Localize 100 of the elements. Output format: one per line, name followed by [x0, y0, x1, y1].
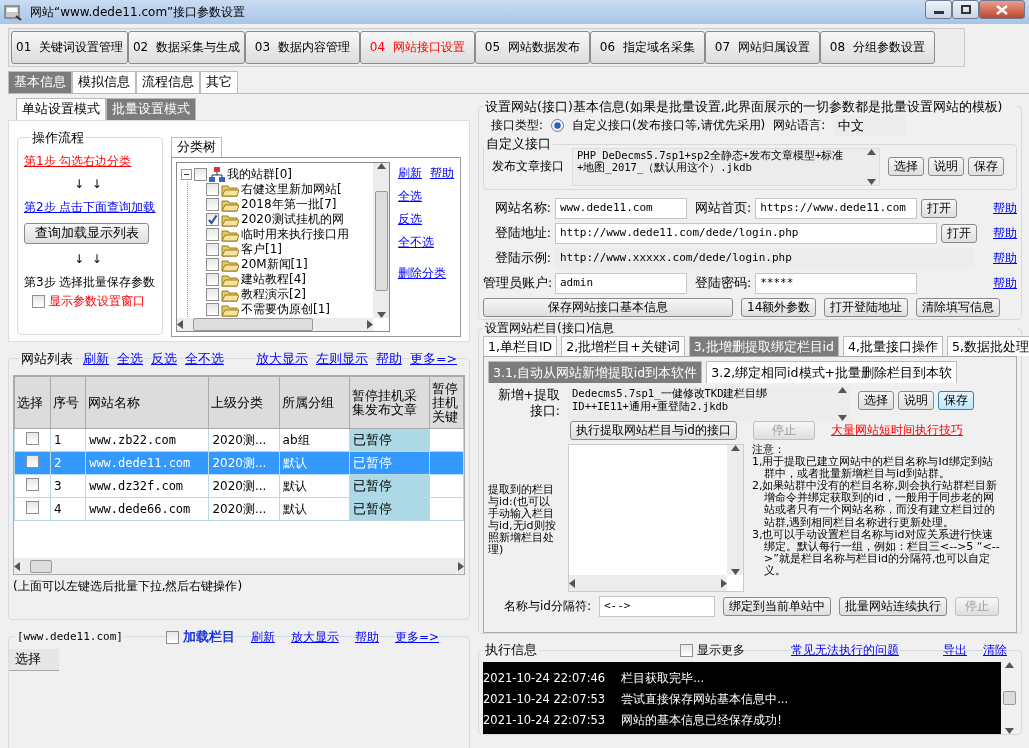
- select-none-link[interactable]: 全不选: [398, 235, 456, 250]
- scroll-up-icon[interactable]: [837, 387, 847, 393]
- interface-field[interactable]: PHP_DeDecms5.7sp1+sp2全静态+发布文章模型+标准+地图_2017_（默认用这个）.jkdb: [572, 147, 880, 186]
- checkbox[interactable]: [206, 273, 219, 286]
- tab[interactable]: 单站设置模式: [16, 98, 106, 120]
- tab[interactable]: 基本信息: [8, 71, 72, 93]
- tree-item-label[interactable]: 临时用来执行接口用: [241, 227, 349, 242]
- help-link[interactable]: 帮助: [430, 166, 454, 181]
- enlarge-link[interactable]: 放大显示: [256, 351, 308, 367]
- checkbox[interactable]: [206, 303, 219, 316]
- tree-item-label[interactable]: 不需要伪原创[1]: [241, 302, 330, 317]
- clear-button[interactable]: 清除填写信息: [916, 297, 1001, 317]
- tab[interactable]: 3.2,绑定相同id模式+批量删除栏目到本软: [706, 361, 957, 383]
- description-button[interactable]: 说明: [898, 391, 934, 410]
- load-list-button[interactable]: 查询加载显示列表: [24, 223, 149, 244]
- scroll-left-icon[interactable]: [14, 561, 20, 571]
- tab[interactable]: 模拟信息: [72, 71, 136, 93]
- open-button[interactable]: 打开: [921, 198, 958, 218]
- scrollbar-thumb[interactable]: [374, 190, 388, 291]
- radio-button[interactable]: [551, 118, 565, 132]
- minimize-button[interactable]: [925, 0, 952, 19]
- checkbox[interactable]: [206, 213, 219, 226]
- checkbox[interactable]: [26, 431, 40, 445]
- scroll-left-icon[interactable]: [177, 320, 183, 329]
- refresh-link[interactable]: 刷新: [398, 166, 422, 181]
- column-header[interactable]: 暂停挂机关键: [429, 376, 464, 429]
- select-button[interactable]: 选择: [858, 391, 894, 410]
- tab[interactable]: 流程信息: [136, 71, 200, 93]
- more-link[interactable]: 更多=>: [394, 629, 439, 645]
- left-display-link[interactable]: 左则显示: [316, 351, 368, 367]
- checkbox[interactable]: [206, 183, 219, 196]
- save-button[interactable]: 保存: [968, 157, 1004, 177]
- tab[interactable]: 批量设置模式: [106, 98, 196, 120]
- scrollbar-thumb[interactable]: [1002, 691, 1016, 706]
- help-link[interactable]: 帮助: [993, 250, 1017, 266]
- select-all-link[interactable]: 全选: [398, 189, 456, 204]
- open-login-button[interactable]: 打开登陆地址: [824, 297, 909, 317]
- checkbox[interactable]: [165, 630, 179, 644]
- faq-link[interactable]: 常见无法执行的问题: [791, 642, 899, 658]
- input-field[interactable]: admin: [555, 272, 687, 294]
- scroll-down-icon[interactable]: [837, 415, 847, 421]
- scroll-down-icon[interactable]: [730, 569, 740, 575]
- scroll-right-icon[interactable]: [367, 320, 373, 329]
- checkbox[interactable]: [206, 258, 219, 271]
- tab[interactable]: 2,批增栏目+关键词: [561, 336, 685, 356]
- invert-selection-link[interactable]: 反选: [398, 212, 456, 227]
- help-link[interactable]: 帮助: [993, 225, 1017, 241]
- checkbox[interactable]: [26, 500, 40, 514]
- column-header[interactable]: 序号: [50, 376, 86, 429]
- select-none-link[interactable]: 全不选: [185, 351, 224, 367]
- tab[interactable]: 06 指定域名采集: [589, 31, 705, 64]
- tab[interactable]: 4,批量接口操作: [843, 336, 943, 356]
- checkbox[interactable]: [206, 243, 219, 256]
- column-header[interactable]: 选择: [9, 649, 59, 671]
- scroll-right-icon[interactable]: [458, 561, 464, 571]
- tree-item-label[interactable]: 2018年第一批[7]: [241, 197, 337, 212]
- scroll-down-icon[interactable]: [1004, 728, 1014, 735]
- checkbox[interactable]: [680, 643, 693, 657]
- tab[interactable]: 05 网站数据发布: [474, 31, 590, 64]
- tree-item-label[interactable]: 建站教程[4]: [241, 272, 306, 287]
- interface-field[interactable]: Dedecms5.7sp1_一健修改TKD建栏目绑ID++IE11+通用+重登陆2.jkdb: [568, 387, 850, 421]
- tab[interactable]: 03 数据内容管理: [244, 31, 360, 64]
- description-button[interactable]: 说明: [928, 157, 964, 177]
- tab[interactable]: 08 分组参数设置: [819, 31, 935, 64]
- tab[interactable]: 02 数据采集与生成: [127, 31, 245, 64]
- help-link[interactable]: 帮助: [354, 629, 379, 645]
- input-field[interactable]: https://www.dede11.com: [755, 197, 918, 219]
- tree-item-label[interactable]: 20M新闻[1]: [241, 257, 308, 272]
- checkbox[interactable]: [26, 454, 40, 468]
- input-field[interactable]: <-->: [599, 596, 715, 617]
- checkbox[interactable]: [194, 168, 207, 181]
- checkbox[interactable]: [206, 198, 219, 211]
- input-field[interactable]: www.dede11.com: [555, 197, 687, 219]
- tab[interactable]: 分类树: [171, 137, 222, 157]
- enlarge-link[interactable]: 放大显示: [290, 629, 339, 645]
- column-header[interactable]: 网站名称: [85, 376, 209, 429]
- save-info-button[interactable]: 保存网站接口基本信息: [483, 297, 733, 317]
- input-field[interactable]: http://www.dede11.com/dede/login.php: [555, 222, 937, 244]
- checkbox[interactable]: [206, 288, 219, 301]
- scroll-up-icon[interactable]: [866, 148, 876, 155]
- close-button[interactable]: [979, 0, 1025, 19]
- help-link[interactable]: 帮助: [376, 351, 402, 367]
- tab[interactable]: 5,数据批处理: [946, 336, 1029, 356]
- checkbox[interactable]: [26, 477, 40, 491]
- extra-params-button[interactable]: 14额外参数: [741, 297, 817, 317]
- tab[interactable]: 1,单栏目ID: [483, 336, 558, 356]
- clear-link[interactable]: 清除: [983, 642, 1007, 658]
- tab[interactable]: 01 关键词设置管理: [11, 31, 128, 64]
- tree-item-label[interactable]: 客户[1]: [241, 242, 282, 257]
- collapse-icon[interactable]: [181, 169, 192, 180]
- tips-link[interactable]: 大量网站短时间执行技巧: [830, 423, 963, 438]
- scroll-right-icon[interactable]: [721, 578, 727, 588]
- tab[interactable]: 3.1,自动从网站新增提取id到本软件: [488, 361, 703, 383]
- table-row[interactable]: 3 www.dz32f.com 2020测... 默认 已暂停: [14, 474, 464, 498]
- tab[interactable]: 07 网站归属设置: [704, 31, 820, 64]
- maximize-button[interactable]: [952, 0, 979, 19]
- checkbox[interactable]: [206, 228, 219, 241]
- tree-item-label[interactable]: 我的站群[0]: [227, 167, 292, 182]
- column-header[interactable]: 上级分类: [208, 376, 280, 429]
- scroll-left-icon[interactable]: [569, 578, 575, 588]
